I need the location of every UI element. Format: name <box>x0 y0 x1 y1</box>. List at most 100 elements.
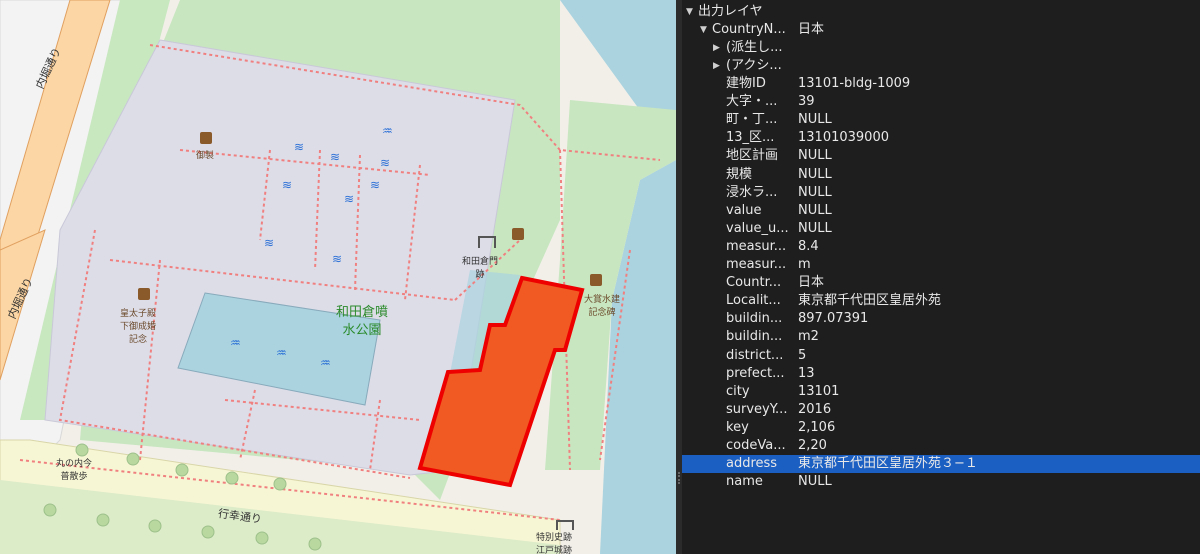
attribute-name: value_u... <box>726 220 789 236</box>
attribute-name: 地区計画 <box>726 148 779 164</box>
fountain-icon: ≋ <box>380 156 391 170</box>
monument-icon <box>590 274 602 286</box>
map-canvas[interactable]: 内堀通り 内堀通り 行幸通り 御製 皇太子殿 下御成婚 記念 和田倉噴 水公園 … <box>0 0 676 554</box>
attribute-value: NULL <box>798 474 832 490</box>
fountain-icon: ≋ <box>282 178 293 192</box>
attribute-value: 13101 <box>798 383 840 399</box>
attribute-row[interactable]: 浸水ラ... NULL <box>682 184 1200 202</box>
attribute-row[interactable]: value NULL <box>682 202 1200 220</box>
attribute-name: prefect... <box>726 365 785 381</box>
attribute-name: 大字・... <box>726 94 778 110</box>
fountain-icon: ♒ <box>382 124 393 138</box>
attribute-row[interactable]: 13_区... 13101039000 <box>682 129 1200 147</box>
attribute-value: NULL <box>798 112 832 128</box>
attribute-row[interactable]: 大字・... 39 <box>682 93 1200 111</box>
attribute-row[interactable]: Localit... 東京都千代田区皇居外苑 <box>682 292 1200 310</box>
gate-icon <box>556 520 574 530</box>
fountain-icon: ≋ <box>370 178 381 192</box>
attribute-row[interactable]: codeVa... 2,20 <box>682 437 1200 455</box>
attribute-value: 13 <box>798 365 815 381</box>
tree-node-label: 出力レイヤ <box>698 4 763 19</box>
attribute-value: 東京都千代田区皇居外苑３−１ <box>798 456 978 472</box>
monument-icon <box>200 132 212 144</box>
attribute-value: 2016 <box>798 401 832 417</box>
expand-arrow-icon[interactable]: ▶ <box>713 57 720 75</box>
attribute-value: NULL <box>798 202 832 218</box>
collapse-arrow-icon[interactable]: ▼ <box>686 3 693 21</box>
tree-node-label: CountryN... <box>712 22 786 37</box>
attribute-name: district... <box>726 347 784 363</box>
poi-label-marunouchi: 丸の内今 普散歩 <box>56 459 93 482</box>
collapse-arrow-icon[interactable]: ▼ <box>700 21 707 39</box>
fountain-icon: ≋ <box>264 236 275 250</box>
attribute-value: NULL <box>798 166 832 182</box>
identify-results-panel: ▼ 出力レイヤ ▼ CountryN... 日本 ▶ (派生し... ▶ (アク… <box>682 0 1200 554</box>
attribute-name: 浸水ラ... <box>726 184 778 200</box>
attribute-row[interactable]: prefect... 13 <box>682 365 1200 383</box>
attribute-value: 13101039000 <box>798 130 889 146</box>
attribute-row[interactable]: address 東京都千代田区皇居外苑３−１ <box>682 455 1200 474</box>
tree-node-label: (派生し... <box>726 40 783 55</box>
attribute-value: 13101-bldg-1009 <box>798 76 911 91</box>
attribute-row[interactable]: district... 5 <box>682 347 1200 365</box>
attribute-name: Localit... <box>726 293 781 309</box>
attribute-row[interactable]: 町・丁... NULL <box>682 111 1200 129</box>
attribute-value: m <box>798 257 811 272</box>
tree-node-derived[interactable]: ▶ (派生し... <box>682 39 1200 57</box>
attribute-row[interactable]: 建物ID 13101-bldg-1009 <box>682 75 1200 93</box>
tree-node-actions[interactable]: ▶ (アクシ... <box>682 57 1200 75</box>
attribute-row[interactable]: buildin... m2 <box>682 328 1200 346</box>
tree-node-output-layer[interactable]: ▼ 出力レイヤ <box>682 3 1200 21</box>
fountain-icon: ≋ <box>294 140 305 154</box>
poi-label-shiseki: 特別史跡 江戸城跡 <box>536 533 573 554</box>
attribute-row[interactable]: Countr... 日本 <box>682 274 1200 292</box>
attribute-value: m2 <box>798 329 819 345</box>
attribute-name: 町・丁... <box>726 112 778 128</box>
monument-icon <box>512 228 524 240</box>
attribute-value: NULL <box>798 184 832 200</box>
attribute-name: key <box>726 419 749 435</box>
attribute-name: 建物ID <box>726 76 766 91</box>
attribute-row[interactable]: measur... 8.4 <box>682 238 1200 256</box>
fountain-icon: ≋ <box>330 150 341 164</box>
attribute-row[interactable]: 規模 NULL <box>682 166 1200 184</box>
attribute-value: NULL <box>798 148 832 164</box>
attribute-name: measur... <box>726 238 787 254</box>
attribute-name: Countr... <box>726 275 782 291</box>
fountain-icon: ♒ <box>276 346 287 360</box>
park-label: 和田倉噴 水公園 <box>336 305 389 338</box>
tree-node-country[interactable]: ▼ CountryN... 日本 <box>682 21 1200 39</box>
attribute-row[interactable]: city 13101 <box>682 383 1200 401</box>
attribute-name: codeVa... <box>726 438 786 453</box>
attribute-value: 8.4 <box>798 238 819 254</box>
poi-label-kinen: 大賞水建 記念碑 <box>584 295 621 318</box>
attribute-row[interactable]: measur... m <box>682 256 1200 274</box>
poi-label-kotaishi: 皇太子殿 下御成婚 記念 <box>120 309 157 345</box>
fountain-icon: ≋ <box>344 192 355 206</box>
attribute-name: 13_区... <box>726 130 775 146</box>
attribute-value: 日本 <box>798 275 825 291</box>
attribute-row[interactable]: value_u... NULL <box>682 220 1200 238</box>
gate-label: 和田倉門 跡 <box>462 257 499 280</box>
attribute-row[interactable]: surveyY... 2016 <box>682 401 1200 419</box>
attribute-value: 東京都千代田区皇居外苑 <box>798 293 942 309</box>
attribute-name: surveyY... <box>726 401 788 417</box>
attribute-row[interactable]: buildin... 897.07391 <box>682 310 1200 328</box>
attribute-name: buildin... <box>726 311 783 327</box>
fountain-icon: ♒ <box>320 356 331 370</box>
attribute-value: 39 <box>798 94 815 110</box>
attribute-name: address <box>726 456 778 472</box>
attribute-value: NULL <box>798 220 832 236</box>
attribute-row[interactable]: 地区計画 NULL <box>682 147 1200 165</box>
attribute-name: buildin... <box>726 329 783 345</box>
tree-node-label: (アクシ... <box>726 58 782 73</box>
attribute-row[interactable]: key 2,106 <box>682 419 1200 437</box>
attribute-value: 2,106 <box>798 419 836 435</box>
attribute-name: value <box>726 202 762 218</box>
expand-arrow-icon[interactable]: ▶ <box>713 39 720 57</box>
gate-icon <box>478 236 496 248</box>
tree-node-value: 日本 <box>798 22 825 37</box>
attribute-name: name <box>726 474 763 490</box>
attribute-name: 規模 <box>726 166 753 182</box>
attribute-row[interactable]: name NULL <box>682 473 1200 491</box>
